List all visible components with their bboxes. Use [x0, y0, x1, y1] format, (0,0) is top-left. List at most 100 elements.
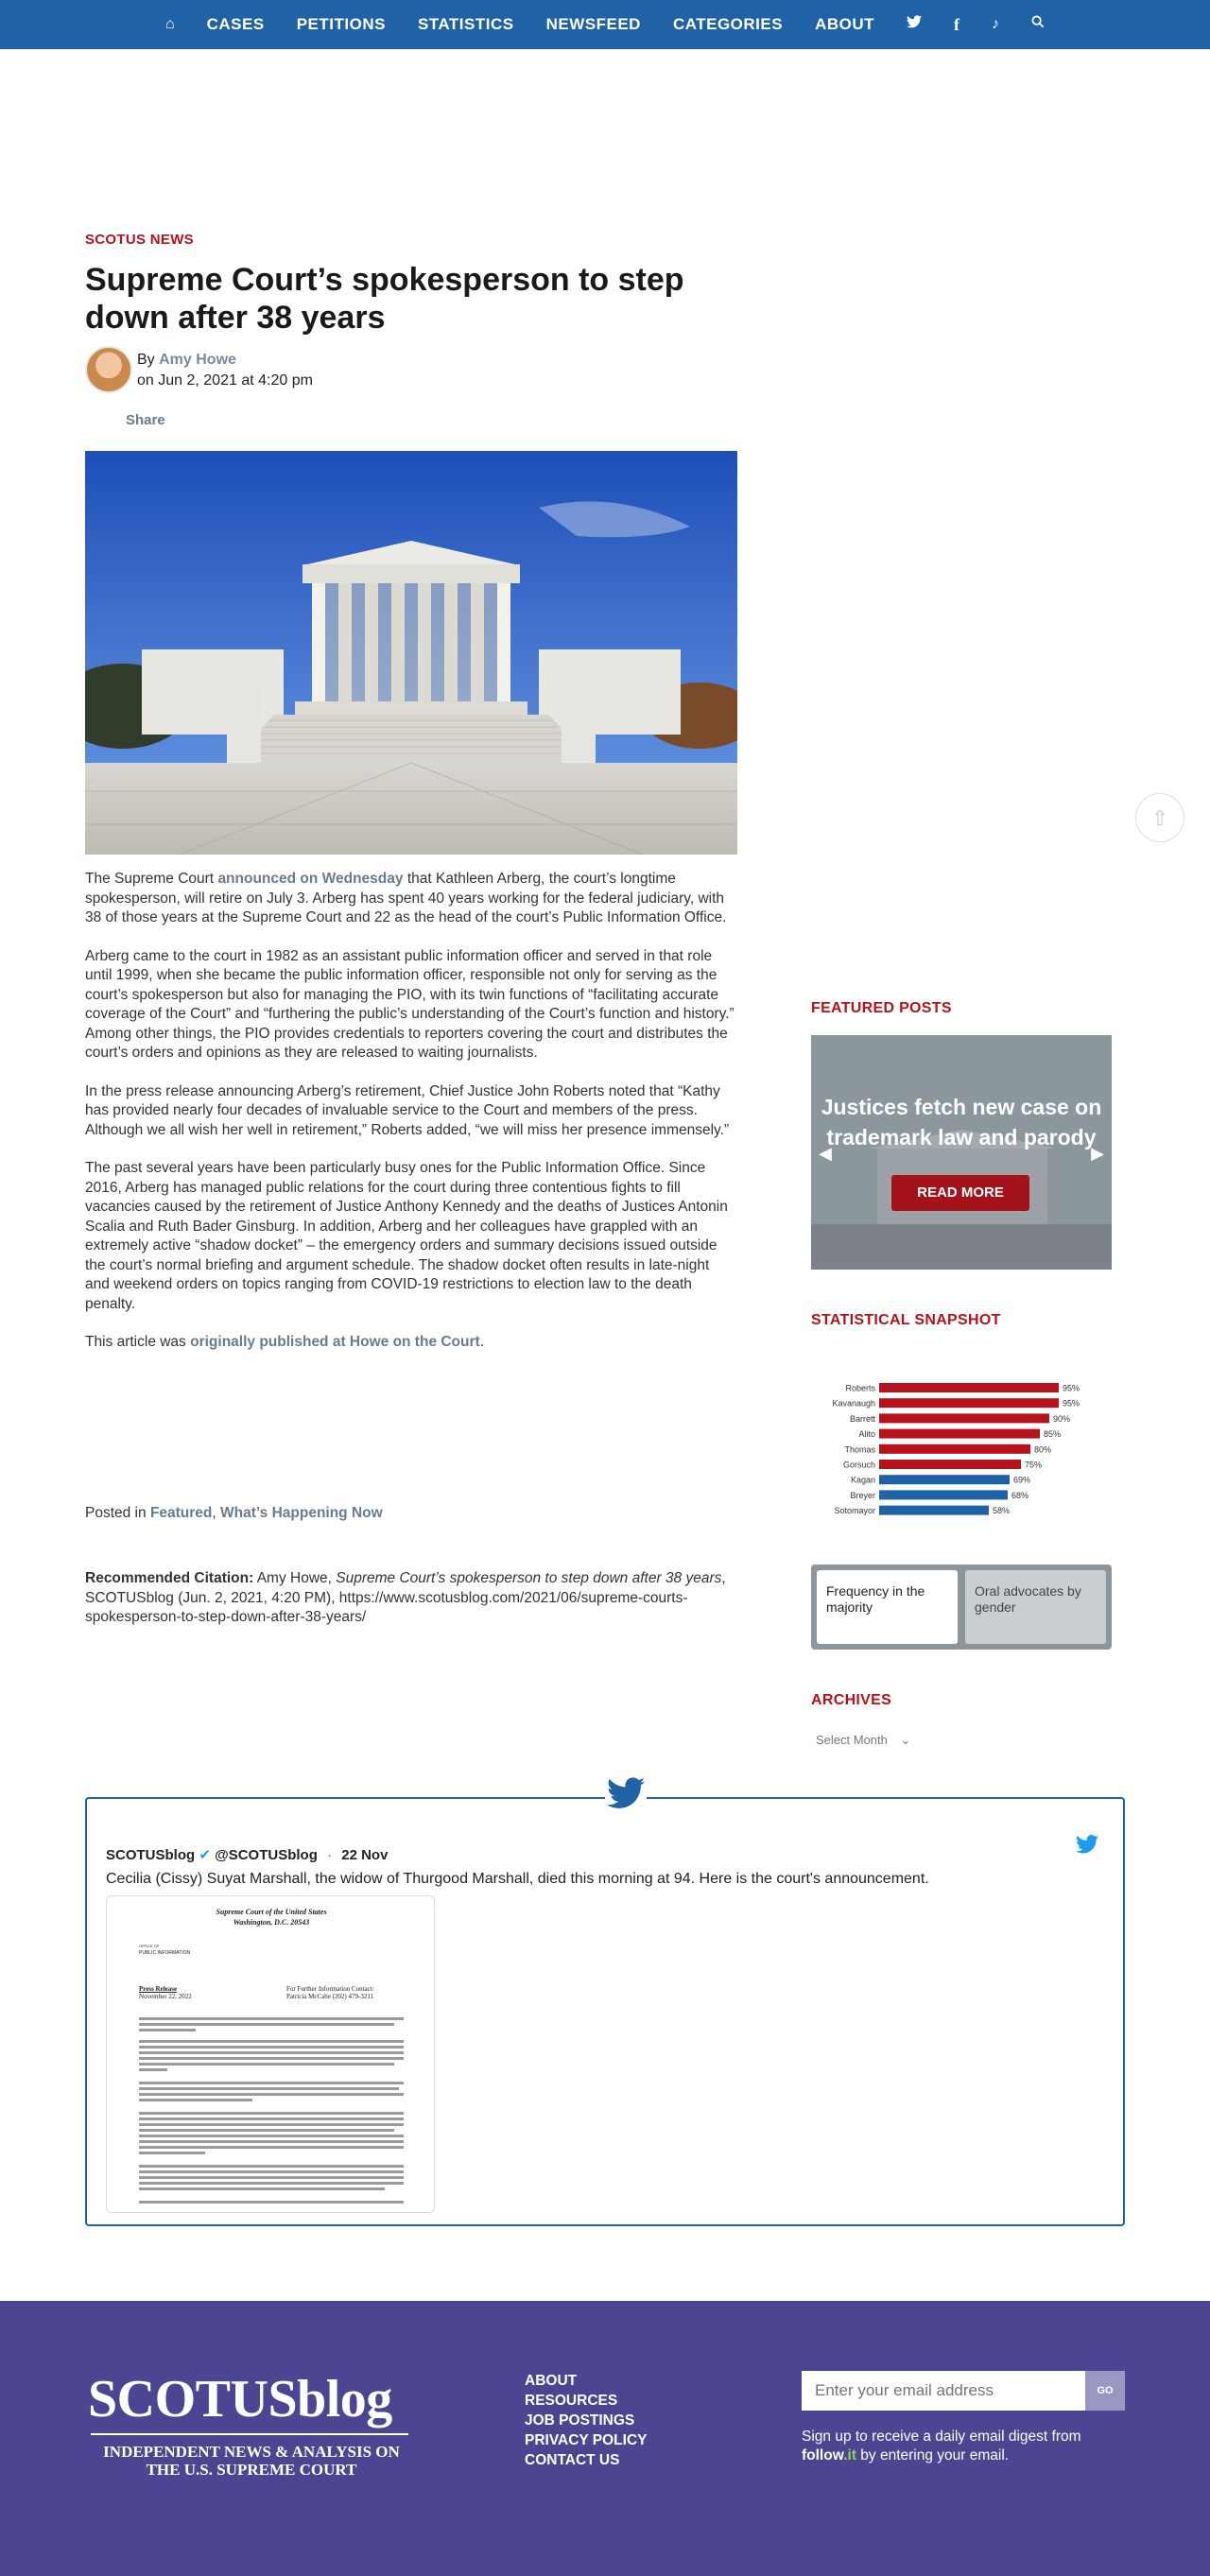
- scroll-to-top-button[interactable]: ⇧: [1135, 793, 1184, 842]
- twitter-icon[interactable]: [890, 0, 938, 49]
- nav-newsfeed[interactable]: NEWSFEED: [530, 0, 657, 49]
- go-button[interactable]: GO: [1085, 2371, 1125, 2411]
- paragraph-4: The past several years have been particu…: [85, 1160, 728, 1312]
- nav-petitions[interactable]: PETITIONS: [281, 0, 402, 49]
- tweet-date[interactable]: 22 Nov: [341, 1847, 388, 1863]
- citation-label: Recommended Citation:: [85, 1570, 254, 1586]
- footer-link-job-postings[interactable]: JOB POSTINGS: [525, 2411, 647, 2430]
- doc-contact-1: For Further Information Contact:: [286, 1985, 374, 1993]
- chart-category-label: Kagan: [851, 1476, 875, 1485]
- chart-bar: [879, 1475, 1010, 1485]
- category-featured-link[interactable]: Featured: [150, 1505, 212, 1521]
- footer-link-about[interactable]: ABOUT: [525, 2371, 647, 2391]
- doc-line: [139, 2112, 404, 2115]
- footer-logo[interactable]: SCOTUSblog: [88, 2369, 392, 2429]
- featured-post-title[interactable]: Justices fetch new case on trademark law…: [811, 1092, 1112, 1152]
- doc-line: [139, 2063, 394, 2066]
- tab-oral-advocates-gender[interactable]: Oral advocates by gender: [965, 1570, 1106, 1644]
- doc-line: [139, 2135, 404, 2137]
- chart-bar: [879, 1428, 1040, 1439]
- doc-office-1: OFFICE OF: [139, 1944, 160, 1948]
- doc-line: [139, 2099, 252, 2101]
- nav-statistics[interactable]: STATISTICS: [402, 0, 530, 49]
- statistical-snapshot-heading: STATISTICAL SNAPSHOT: [811, 1312, 1001, 1328]
- search-icon[interactable]: [1015, 0, 1061, 49]
- doc-line: [139, 2182, 404, 2185]
- doc-line: [139, 2082, 404, 2084]
- footer-link-contact-us[interactable]: CONTACT US: [525, 2450, 647, 2470]
- page: ⌂ CASES PETITIONS STATISTICS NEWSFEED CA…: [0, 0, 1210, 2576]
- announced-link[interactable]: announced on Wednesday: [217, 871, 403, 887]
- citation-title: Supreme Court’s spokesperson to step dow…: [336, 1570, 722, 1586]
- doc-line: [139, 2187, 385, 2190]
- author-link[interactable]: Amy Howe: [159, 352, 236, 368]
- tab-frequency-majority[interactable]: Frequency in the majority: [817, 1570, 958, 1644]
- doc-header-1: Supreme Court of the United States: [216, 1908, 327, 1916]
- featured-post-card[interactable]: Justices fetch new case on trademark law…: [811, 1035, 1112, 1270]
- tweet-dot: ·: [327, 1847, 333, 1863]
- site-footer: SCOTUSblog INDEPENDENT NEWS & ANALYSIS O…: [0, 2301, 1210, 2576]
- doc-line: [139, 2152, 205, 2154]
- doc-contact-2: Patricia McCabe (202) 479-3211: [286, 1993, 374, 2000]
- doc-line: [139, 2129, 394, 2132]
- doc-line: [139, 2046, 404, 2049]
- arrow-up-icon: ⇧: [1150, 806, 1169, 830]
- share-button[interactable]: Share: [126, 412, 165, 428]
- follow-it-link[interactable]: follow: [802, 2447, 843, 2464]
- tweet-author-name[interactable]: SCOTUSblog: [106, 1847, 195, 1863]
- tiktok-icon[interactable]: ♪: [976, 0, 1015, 49]
- doc-line: [139, 2057, 404, 2060]
- article-title: Supreme Court’s spokesperson to step dow…: [85, 262, 684, 336]
- snapshot-tabs: Frequency in the majority Oral advocates…: [811, 1565, 1112, 1650]
- twitter-corner-icon[interactable]: [1076, 1834, 1098, 1859]
- footer-link-resources[interactable]: RESOURCES: [525, 2391, 647, 2411]
- email-input[interactable]: [802, 2371, 1085, 2411]
- nav-about[interactable]: ABOUT: [799, 0, 890, 49]
- doc-office-2: PUBLIC INFORMATION: [139, 1950, 191, 1956]
- featured-posts-heading: FEATURED POSTS: [811, 1000, 952, 1016]
- p1-text-a: The Supreme Court: [85, 871, 218, 887]
- home-icon[interactable]: ⌂: [149, 0, 191, 49]
- signup-text-a: Sign up to receive a daily email digest …: [802, 2429, 1081, 2445]
- recommended-citation: Recommended Citation: Amy Howe, Supreme …: [85, 1569, 747, 1628]
- tweet-text: Cecilia (Cissy) Suyat Marshall, the wido…: [106, 1871, 929, 1887]
- tweet-handle[interactable]: @SCOTUSblog: [215, 1847, 318, 1863]
- category-whats-happening-link[interactable]: What’s Happening Now: [220, 1505, 383, 1521]
- chart-value-label: 80%: [1034, 1444, 1051, 1454]
- doc-line: [139, 2165, 404, 2168]
- facebook-icon[interactable]: f: [938, 0, 976, 49]
- footer-links: ABOUT RESOURCES JOB POSTINGS PRIVACY POL…: [525, 2371, 647, 2470]
- chart-category-label: Sotomayor: [834, 1506, 875, 1515]
- doc-date: November 22, 2022: [139, 1993, 192, 2000]
- post-date: on Jun 2, 2021 at 4:20 pm: [137, 372, 313, 389]
- doc-header-2: Washington, D.C. 20543: [233, 1918, 310, 1927]
- read-more-button[interactable]: READ MORE: [891, 1175, 1029, 1211]
- p5-text-b: .: [479, 1334, 485, 1350]
- nav-cases[interactable]: CASES: [191, 0, 281, 49]
- citation-text-a: Amy Howe,: [253, 1570, 337, 1586]
- chart-bar: [879, 1490, 1008, 1500]
- article-category[interactable]: SCOTUS NEWS: [85, 232, 194, 248]
- chart-value-label: 68%: [1011, 1491, 1028, 1500]
- paragraph-5: This article was originally published at…: [85, 1333, 737, 1353]
- archives-select[interactable]: Select Month ⌄: [816, 1733, 910, 1748]
- carousel-next-icon[interactable]: ▶: [1091, 1144, 1104, 1164]
- top-nav: ⌂ CASES PETITIONS STATISTICS NEWSFEED CA…: [0, 0, 1210, 49]
- doc-line: [139, 2140, 404, 2143]
- paragraph-3: In the press release announcing Arberg’s…: [85, 1082, 730, 1138]
- original-link[interactable]: originally published at Howe on the Cour…: [190, 1334, 480, 1350]
- tweet-document-image[interactable]: Supreme Court of the United States Washi…: [106, 1895, 435, 2213]
- doc-line: [139, 2087, 399, 2090]
- posted-sep: ,: [212, 1505, 221, 1521]
- footer-link-privacy-policy[interactable]: PRIVACY POLICY: [525, 2430, 647, 2450]
- by-prefix: By: [137, 352, 155, 368]
- doc-line: [139, 2068, 167, 2071]
- carousel-prev-icon[interactable]: ◀: [819, 1144, 832, 1164]
- doc-line: [139, 2093, 404, 2096]
- chevron-down-icon: ⌄: [900, 1733, 911, 1747]
- chart-category-label: Roberts: [845, 1384, 875, 1393]
- doc-line: [139, 2146, 404, 2149]
- chart-bar: [879, 1398, 1059, 1409]
- nav-categories[interactable]: CATEGORIES: [657, 0, 799, 49]
- article-body: The Supreme Court announced on Wednesday…: [85, 870, 737, 1372]
